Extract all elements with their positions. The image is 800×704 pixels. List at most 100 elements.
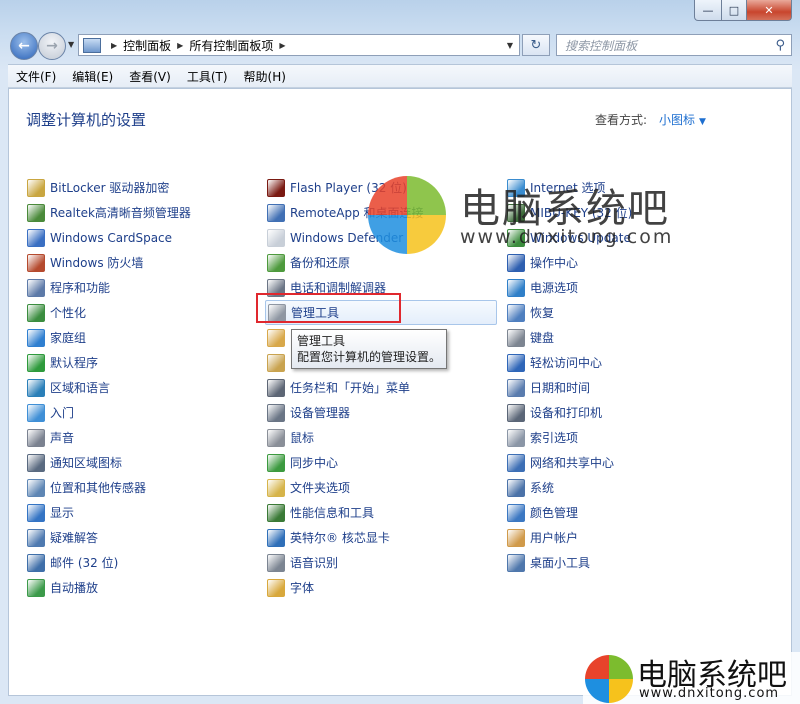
cp-item[interactable]: 设备和打印机 bbox=[505, 400, 735, 425]
menu-file[interactable]: 文件(F) bbox=[8, 68, 64, 85]
indexing-icon bbox=[507, 428, 525, 447]
cp-item[interactable]: 显示 bbox=[25, 500, 255, 525]
cp-item[interactable]: Windows 防火墙 bbox=[25, 250, 255, 275]
cp-item[interactable]: 位置和其他传感器 bbox=[25, 475, 255, 500]
cp-item-label: 键盘 bbox=[530, 331, 555, 345]
cp-item[interactable]: 恢复 bbox=[505, 300, 735, 325]
cp-item[interactable]: 同步中心 bbox=[265, 450, 495, 475]
troubleshooting-icon bbox=[27, 528, 45, 547]
menu-edit[interactable]: 编辑(E) bbox=[64, 68, 121, 85]
cp-item-label: 网络和共享中心 bbox=[530, 456, 615, 470]
cp-item-label: Realtek高清晰音频管理器 bbox=[50, 206, 191, 220]
cp-item[interactable]: 任务栏和「开始」菜单 bbox=[265, 375, 495, 400]
cp-item-label: 语音识别 bbox=[290, 556, 339, 570]
cp-item[interactable]: 默认程序 bbox=[25, 350, 255, 375]
cp-item-label: 家庭组 bbox=[50, 331, 87, 345]
cp-item[interactable]: 声音 bbox=[25, 425, 255, 450]
cp-item[interactable]: 程序和功能 bbox=[25, 275, 255, 300]
close-button[interactable]: ✕ bbox=[747, 0, 792, 21]
cp-item[interactable]: Realtek高清晰音频管理器 bbox=[25, 200, 255, 225]
cp-item[interactable]: 性能信息和工具 bbox=[265, 500, 495, 525]
search-icon[interactable]: ⚲ bbox=[775, 38, 785, 53]
caption-buttons: — □ ✕ bbox=[694, 0, 792, 21]
gadgets-icon bbox=[507, 553, 525, 572]
power-options-icon bbox=[507, 278, 525, 297]
cp-item[interactable]: Windows CardSpace bbox=[25, 225, 255, 250]
minimize-button[interactable]: — bbox=[694, 0, 722, 21]
cp-item-label: 同步中心 bbox=[290, 456, 339, 470]
performance-icon bbox=[267, 503, 285, 522]
breadcrumb-control-panel[interactable]: 控制面板 bbox=[123, 37, 171, 54]
device-manager-icon bbox=[267, 403, 285, 422]
cp-item[interactable]: 个性化 bbox=[25, 300, 255, 325]
cp-item[interactable]: 自动播放 bbox=[25, 575, 255, 600]
address-bar[interactable]: ▶ 控制面板 ▶ 所有控制面板项 ▶ ▼ bbox=[78, 34, 520, 56]
flash-icon bbox=[267, 178, 285, 197]
menu-help[interactable]: 帮助(H) bbox=[236, 68, 294, 85]
window-frame: — □ ✕ ← → ▼ ▶ 控制面板 ▶ 所有控制面板项 ▶ ▼ ↻ 搜索控制面… bbox=[0, 0, 800, 704]
cp-item[interactable]: 索引选项 bbox=[505, 425, 735, 450]
breadcrumb-all-items[interactable]: 所有控制面板项 bbox=[189, 37, 273, 54]
cp-item[interactable]: 家庭组 bbox=[25, 325, 255, 350]
cp-item[interactable]: 文件夹选项 bbox=[265, 475, 495, 500]
cp-item[interactable]: 通知区域图标 bbox=[25, 450, 255, 475]
cardspace-icon bbox=[27, 228, 45, 247]
mail-icon bbox=[27, 553, 45, 572]
cp-item[interactable]: 键盘 bbox=[505, 325, 735, 350]
taskbar-icon bbox=[267, 378, 285, 397]
cp-item[interactable]: 系统 bbox=[505, 475, 735, 500]
cp-item[interactable]: 桌面小工具 bbox=[505, 550, 735, 575]
view-by-dropdown[interactable]: 小图标 ▼ bbox=[659, 111, 706, 128]
cp-item[interactable]: 电源选项 bbox=[505, 275, 735, 300]
maximize-button[interactable]: □ bbox=[722, 0, 747, 21]
cp-item[interactable]: 字体 bbox=[265, 575, 495, 600]
cp-item-label: 程序和功能 bbox=[50, 281, 111, 295]
cp-item[interactable]: 语音识别 bbox=[265, 550, 495, 575]
ease-of-access-icon bbox=[507, 353, 525, 372]
cp-item-label: 邮件 (32 位) bbox=[50, 556, 119, 570]
tooltip-title: 管理工具 bbox=[297, 334, 346, 348]
cp-item[interactable]: 入门 bbox=[25, 400, 255, 425]
chevron-down-icon: ▼ bbox=[699, 117, 706, 127]
sync-center-icon bbox=[267, 453, 285, 472]
breadcrumb-arrow-icon[interactable]: ▶ bbox=[279, 41, 285, 50]
breadcrumb-arrow-icon[interactable]: ▶ bbox=[177, 41, 183, 50]
recent-pages-dropdown-icon[interactable]: ▼ bbox=[68, 40, 74, 49]
cp-item[interactable]: BitLocker 驱动器加密 bbox=[25, 175, 255, 200]
cp-item[interactable]: 网络和共享中心 bbox=[505, 450, 735, 475]
cp-item[interactable]: 区域和语言 bbox=[25, 375, 255, 400]
cp-item[interactable]: 鼠标 bbox=[265, 425, 495, 450]
refresh-button[interactable]: ↻ bbox=[522, 34, 550, 56]
cp-item[interactable]: 疑难解答 bbox=[25, 525, 255, 550]
cp-item-label: 入门 bbox=[50, 406, 75, 420]
intel-graphics-icon bbox=[267, 528, 285, 547]
cp-item-label: 字体 bbox=[290, 581, 315, 595]
breadcrumb-arrow-icon[interactable]: ▶ bbox=[111, 41, 117, 50]
cp-item[interactable]: 轻松访问中心 bbox=[505, 350, 735, 375]
address-dropdown-icon[interactable]: ▼ bbox=[507, 41, 513, 50]
cp-item-label: 日期和时间 bbox=[530, 381, 591, 395]
cp-item-label: 索引选项 bbox=[530, 431, 579, 445]
speech-icon bbox=[267, 553, 285, 572]
cp-item[interactable]: 设备管理器 bbox=[265, 400, 495, 425]
cp-item-label: 电源选项 bbox=[530, 281, 579, 295]
cp-item[interactable]: 颜色管理 bbox=[505, 500, 735, 525]
cp-item-label: 文件夹选项 bbox=[290, 481, 351, 495]
cp-item[interactable]: 用户帐户 bbox=[505, 525, 735, 550]
recovery-icon bbox=[507, 303, 525, 322]
devices-printers-icon bbox=[507, 403, 525, 422]
menu-tools[interactable]: 工具(T) bbox=[179, 68, 236, 85]
menu-view[interactable]: 查看(V) bbox=[121, 68, 179, 85]
cp-item[interactable]: 英特尔® 核芯显卡 bbox=[265, 525, 495, 550]
color-management-icon bbox=[507, 503, 525, 522]
forward-button[interactable]: → bbox=[38, 32, 66, 60]
cp-item-label: Windows 防火墙 bbox=[50, 256, 144, 270]
cp-item-label: 备份和还原 bbox=[290, 256, 351, 270]
cp-item[interactable]: 日期和时间 bbox=[505, 375, 735, 400]
cp-item[interactable]: 邮件 (32 位) bbox=[25, 550, 255, 575]
region-language-icon bbox=[27, 378, 45, 397]
cp-item-label: 位置和其他传感器 bbox=[50, 481, 147, 495]
tooltip-description: 配置您计算机的管理设置。 bbox=[297, 350, 442, 364]
back-button[interactable]: ← bbox=[10, 32, 38, 60]
search-input[interactable]: 搜索控制面板 ⚲ bbox=[556, 34, 792, 56]
